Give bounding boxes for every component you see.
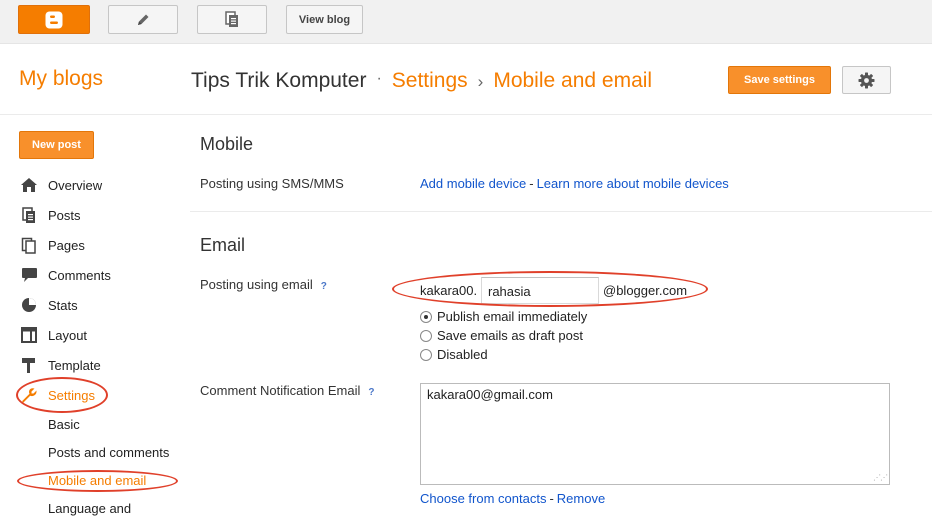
radio-button[interactable] xyxy=(420,310,432,323)
template-icon xyxy=(20,356,38,374)
sidebar-item-stats[interactable]: Stats xyxy=(20,295,78,315)
notification-email-value: kakara00@gmail.com xyxy=(427,387,553,402)
link-separator: - xyxy=(549,491,554,506)
comment-notification-label-text: Comment Notification Email xyxy=(200,383,361,398)
comment-notification-label: Comment Notification Email? xyxy=(200,383,375,398)
blogger-logo-button[interactable] xyxy=(18,5,90,34)
comments-icon xyxy=(20,266,38,284)
breadcrumb-separator: › xyxy=(477,72,484,91)
pages-icon xyxy=(20,236,38,254)
sidebar-item-label: Comments xyxy=(48,267,111,283)
radio-button[interactable] xyxy=(420,348,432,361)
view-blog-button[interactable]: View blog xyxy=(286,5,363,34)
radio-save-as-draft[interactable]: Save emails as draft post xyxy=(420,328,583,343)
page-title: Mobile and email xyxy=(493,69,653,92)
choose-contacts-link[interactable]: Choose from contacts xyxy=(420,491,546,506)
sidebar-item-overview[interactable]: Overview xyxy=(20,175,102,195)
help-icon[interactable]: ? xyxy=(321,281,327,292)
sidebar-item-label: Template xyxy=(48,357,101,373)
radio-label: Publish email immediately xyxy=(437,309,588,324)
new-post-button[interactable]: New post xyxy=(19,131,94,159)
breadcrumb-dot: · xyxy=(376,70,382,87)
radio-publish-immediately[interactable]: Publish email immediately xyxy=(420,309,587,324)
blogger-icon xyxy=(45,11,63,28)
notification-email-textarea[interactable]: kakara00@gmail.com ⋰⋰ xyxy=(420,383,890,485)
sidebar-item-label: Layout xyxy=(48,327,88,343)
pencil-icon xyxy=(138,14,149,25)
radio-label: Disabled xyxy=(437,347,488,362)
section-divider xyxy=(190,211,932,212)
gear-icon xyxy=(858,72,875,88)
link-separator: - xyxy=(529,176,534,191)
documents-icon xyxy=(225,11,238,27)
radio-button[interactable] xyxy=(420,329,432,342)
sidebar-subitem-language[interactable]: Language and xyxy=(48,501,131,516)
sidebar-item-posts[interactable]: Posts xyxy=(20,205,81,225)
sidebar-item-label: Pages xyxy=(48,237,85,253)
sidebar-item-comments[interactable]: Comments xyxy=(20,265,111,285)
new-post-pencil-button[interactable] xyxy=(108,5,178,34)
top-bar: View blog xyxy=(0,0,932,44)
contacts-links: Choose from contacts - Remove xyxy=(420,491,605,506)
sidebar-item-pages[interactable]: Pages xyxy=(20,235,85,255)
sidebar-item-label: Stats xyxy=(48,297,78,313)
resize-grip-icon[interactable]: ⋰⋰ xyxy=(873,473,888,482)
sidebar-subitem-posts-and-comments[interactable]: Posts and comments xyxy=(48,445,169,460)
posting-email-label-text: Posting using email xyxy=(200,277,313,292)
annotation-ellipse xyxy=(17,470,178,492)
radio-disabled[interactable]: Disabled xyxy=(420,347,488,362)
sms-label: Posting using SMS/MMS xyxy=(200,176,344,191)
home-icon xyxy=(20,176,38,194)
posts-list-button[interactable] xyxy=(197,5,267,34)
header-divider xyxy=(0,114,932,115)
radio-label: Save emails as draft post xyxy=(437,328,583,343)
sidebar-item-layout[interactable]: Layout xyxy=(20,325,87,345)
save-settings-button[interactable]: Save settings xyxy=(728,66,831,94)
add-mobile-device-link[interactable]: Add mobile device xyxy=(420,176,526,191)
sidebar-item-label: Overview xyxy=(48,177,103,193)
posting-email-label: Posting using email? xyxy=(200,277,327,292)
email-heading: Email xyxy=(200,235,246,255)
mobile-links: Add mobile device - Learn more about mobil… xyxy=(420,176,729,191)
annotation-ellipse xyxy=(16,377,108,413)
settings-gear-button[interactable] xyxy=(842,66,891,94)
breadcrumb: Tips Trik Komputer · Settings › Mobile a… xyxy=(191,69,652,93)
sidebar-subitem-basic[interactable]: Basic xyxy=(48,417,80,432)
mobile-heading: Mobile xyxy=(200,134,254,154)
sidebar-item-label: Posts xyxy=(48,207,81,223)
blog-name[interactable]: Tips Trik Komputer xyxy=(191,69,366,93)
remove-link[interactable]: Remove xyxy=(557,491,605,506)
help-icon[interactable]: ? xyxy=(368,387,374,398)
my-blogs-link[interactable]: My blogs xyxy=(19,67,103,91)
sidebar-item-template[interactable]: Template xyxy=(20,355,101,375)
posts-icon xyxy=(20,206,38,224)
learn-more-link[interactable]: Learn more about mobile devices xyxy=(537,176,729,191)
annotation-ellipse xyxy=(392,271,708,307)
stats-icon xyxy=(20,296,38,314)
breadcrumb-settings[interactable]: Settings xyxy=(392,69,468,93)
layout-icon xyxy=(20,326,38,344)
